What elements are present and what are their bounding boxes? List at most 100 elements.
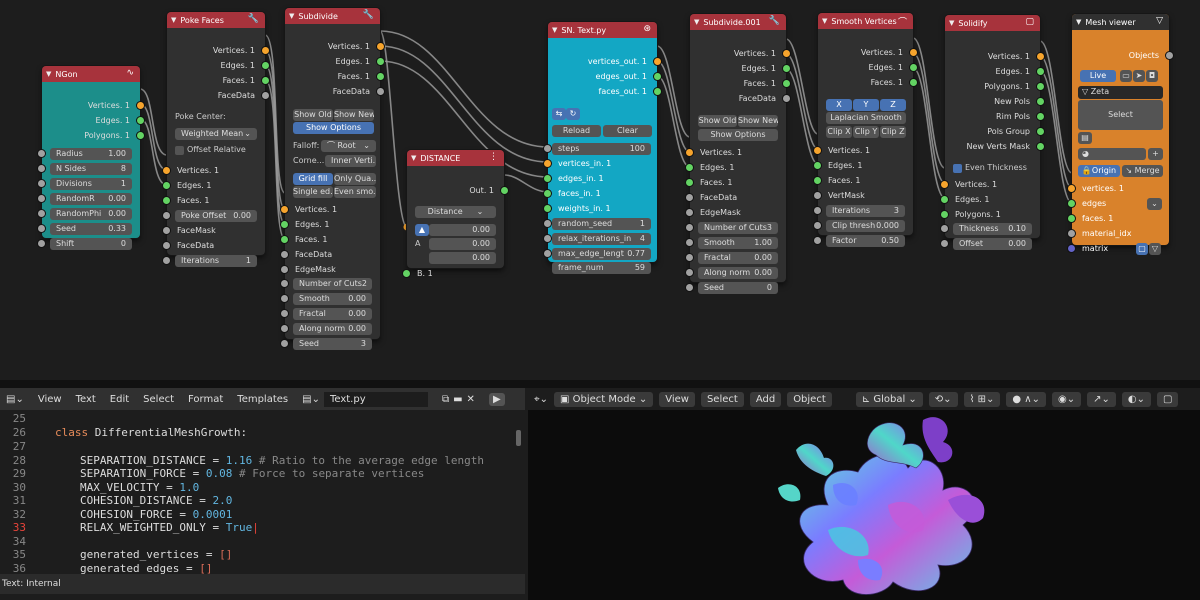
xray-icon[interactable]: ▢ [1156, 391, 1179, 407]
field-seed[interactable]: Seed 0 [698, 282, 778, 294]
visibility-icon[interactable]: ◉⌄ [1052, 391, 1082, 407]
menu-add[interactable]: Add [749, 391, 782, 407]
axis-z-toggle[interactable]: Z [880, 99, 906, 111]
menu-select[interactable]: Select [143, 394, 174, 405]
node-smooth-vertices[interactable]: ▼ Smooth Vertices ⌒ Vertices. 1 Edges. 1 F… [814, 13, 917, 247]
scrollbar[interactable] [516, 430, 521, 446]
field-number-of-cuts[interactable]: Number of Cuts 2 [293, 278, 372, 290]
node-header[interactable]: ▼ Subdivide.001 🔧 [690, 14, 786, 30]
field-random-seed[interactable]: random_seed 1 [552, 218, 651, 230]
field-a-x[interactable]: 0.00 [429, 224, 496, 236]
editor-type-icon[interactable]: ▤⌄ [6, 394, 24, 405]
node-header[interactable]: ▼ SN. Text.py ⊛ [548, 22, 657, 38]
filter-icon[interactable]: ▽ [1149, 243, 1161, 255]
clip-z-toggle[interactable]: Clip Z [880, 126, 906, 138]
field-along-norm[interactable]: Along norm 0.00 [698, 267, 778, 279]
run-script-icon[interactable]: ▶ [488, 392, 505, 406]
node-header[interactable]: ▼ NGon ∿ [42, 66, 140, 82]
node-subdivide[interactable]: ▼ Subdivide 🔧 Vertices. 1 Edges. 1 Faces. … [281, 8, 384, 350]
field-relax-iterations[interactable]: relax_iterations_in 4 [552, 233, 651, 245]
menu-text[interactable]: Text [76, 394, 96, 405]
node-header[interactable]: ▼ Smooth Vertices ⌒ [818, 13, 913, 29]
field-factor[interactable]: Factor 0.50 [826, 235, 905, 247]
field-fractal[interactable]: Fractal 0.00 [698, 252, 778, 264]
select-button[interactable]: Select [1078, 100, 1163, 130]
field-along-norm[interactable]: Along norm 0.00 [293, 323, 372, 335]
falloff-select[interactable]: ⌒ Root ⌄ [321, 140, 376, 152]
show-old-button[interactable]: Show Old [698, 115, 737, 127]
3d-viewport[interactable]: ⌖⌄ ▣ Object Mode ⌄ View Select Add Objec… [528, 388, 1200, 600]
object-name-field[interactable]: ▽ Zeta [1078, 86, 1163, 99]
gizmo-icon[interactable]: ↗⌄ [1087, 391, 1116, 407]
proportional-icon[interactable]: ● ∧⌄ [1006, 391, 1046, 407]
text-browse-icon[interactable]: ▤⌄ [302, 394, 320, 405]
menu-format[interactable]: Format [188, 394, 223, 405]
transform-orientation-select[interactable]: ⊾ Global ⌄ [855, 391, 923, 407]
show-new-button[interactable]: Show New [334, 109, 374, 121]
menu-view[interactable]: View [659, 391, 695, 407]
corner-select[interactable]: Inner Verti... [325, 155, 376, 167]
field-steps[interactable]: steps 100 [552, 143, 651, 155]
origin-toggle[interactable]: 🔒Origin [1078, 165, 1120, 177]
even-smooth-button[interactable]: Even smo... [334, 186, 376, 198]
clip-x-toggle[interactable]: Clip X [826, 126, 852, 138]
overlay-icon[interactable]: ◐⌄ [1121, 391, 1151, 407]
collection-icon[interactable]: ▤ [1078, 132, 1092, 144]
node-subdivide-001[interactable]: ▼ Subdivide.001 🔧 Vertices. 1 Edges. 1 Fac… [686, 14, 790, 294]
editor-type-icon[interactable]: ⌖⌄ [534, 394, 548, 405]
show-options-button[interactable]: Show Options [293, 122, 374, 134]
field-smooth[interactable]: Smooth 0.00 [293, 293, 372, 305]
show-options-button[interactable]: Show Options [698, 129, 778, 141]
pivot-icon[interactable]: ⟲⌄ [928, 391, 958, 407]
folder-icon[interactable]: ▬ [453, 394, 462, 405]
field-number-of-cuts[interactable]: Number of Cuts 3 [698, 222, 778, 234]
field-offset[interactable]: Offset 0.00 [953, 238, 1032, 250]
show-old-button[interactable]: Show Old [293, 109, 333, 121]
laplacian-smooth-button[interactable]: Laplacian Smooth [826, 112, 906, 124]
grid-fill-button[interactable]: Grid fill [293, 173, 333, 185]
live-toggle[interactable]: Live [1080, 70, 1116, 82]
poke-center-select[interactable]: Weighted Mean ⌄ [175, 128, 257, 140]
text-file-name[interactable]: Text.py [323, 391, 428, 407]
show-new-button[interactable]: Show New [738, 115, 778, 127]
area-divider[interactable] [0, 380, 1200, 388]
field-a-z[interactable]: 0.00 [429, 252, 496, 264]
node-poke-faces[interactable]: ▼ Poke Faces 🔧 Vertices. 1 Edges. 1 Faces.… [163, 12, 269, 267]
field-divisions[interactable]: Divisions 1 [50, 178, 132, 190]
even-thickness-checkbox[interactable] [953, 164, 962, 173]
node-header[interactable]: ▼ Poke Faces 🔧 [167, 12, 265, 28]
offset-relative-checkbox[interactable] [175, 146, 184, 155]
field-fractal[interactable]: Fractal 0.00 [293, 308, 372, 320]
field-frame-num[interactable]: frame_num 59 [552, 262, 651, 274]
add-icon[interactable]: + [1148, 148, 1163, 160]
field-iterations[interactable]: Iterations 3 [826, 205, 905, 217]
merge-toggle[interactable]: ↘ Merge [1122, 165, 1163, 177]
node-distance[interactable]: ▼ DISTANCE ⋮ Out. 1 Distance ⌄ ▲ 0.00 A 0.0… [403, 150, 508, 278]
field-random-phi[interactable]: RandomPhi 0.00 [50, 208, 132, 220]
edges-dropdown[interactable]: ⌄ [1147, 198, 1162, 210]
menu-view[interactable]: View [38, 394, 62, 405]
node-solidify[interactable]: ▼ Solidify ▢ Vertices. 1 Edges. 1 Polygons… [941, 15, 1044, 250]
only-quads-button[interactable]: Only Qua... [334, 173, 376, 185]
menu-select[interactable]: Select [700, 391, 744, 407]
menu-edit[interactable]: Edit [110, 394, 129, 405]
menu-dots-icon[interactable]: ⋮ [489, 152, 498, 162]
reload-button[interactable]: Reload [552, 125, 601, 137]
node-sn-text[interactable]: ▼ SN. Text.py ⊛ vertices_out. 1 edges_out.… [544, 22, 661, 274]
axis-x-toggle[interactable]: X [826, 99, 852, 111]
field-iterations[interactable]: Iterations 1 [175, 255, 257, 267]
clear-button[interactable]: Clear [603, 125, 652, 137]
field-smooth[interactable]: Smooth 1.00 [698, 237, 778, 249]
material-icon[interactable]: ◕ [1078, 148, 1146, 160]
field-a-y[interactable]: 0.00 [429, 238, 496, 250]
camera-icon[interactable]: ◘ [1146, 70, 1158, 82]
snap-icon[interactable]: ⌇ ⊞⌄ [963, 391, 1001, 407]
field-n-sides[interactable]: N Sides 8 [50, 163, 132, 175]
close-icon[interactable]: ✕ [467, 394, 475, 405]
node-ngon[interactable]: ▼ NGon ∿ Vertices. 1 Edges. 1 Polygons. 1 … [38, 66, 144, 250]
single-edge-button[interactable]: Single ed... [293, 186, 333, 198]
cursor-icon[interactable]: ➤ [1133, 70, 1145, 82]
code-area[interactable]: 25 26 27 28 29 30 31 32 33 34 35 36 clas… [0, 410, 525, 578]
field-max-edge-length[interactable]: max_edge_lengt 0.77 [552, 248, 651, 260]
refresh-icon[interactable]: ↻ [566, 108, 580, 120]
